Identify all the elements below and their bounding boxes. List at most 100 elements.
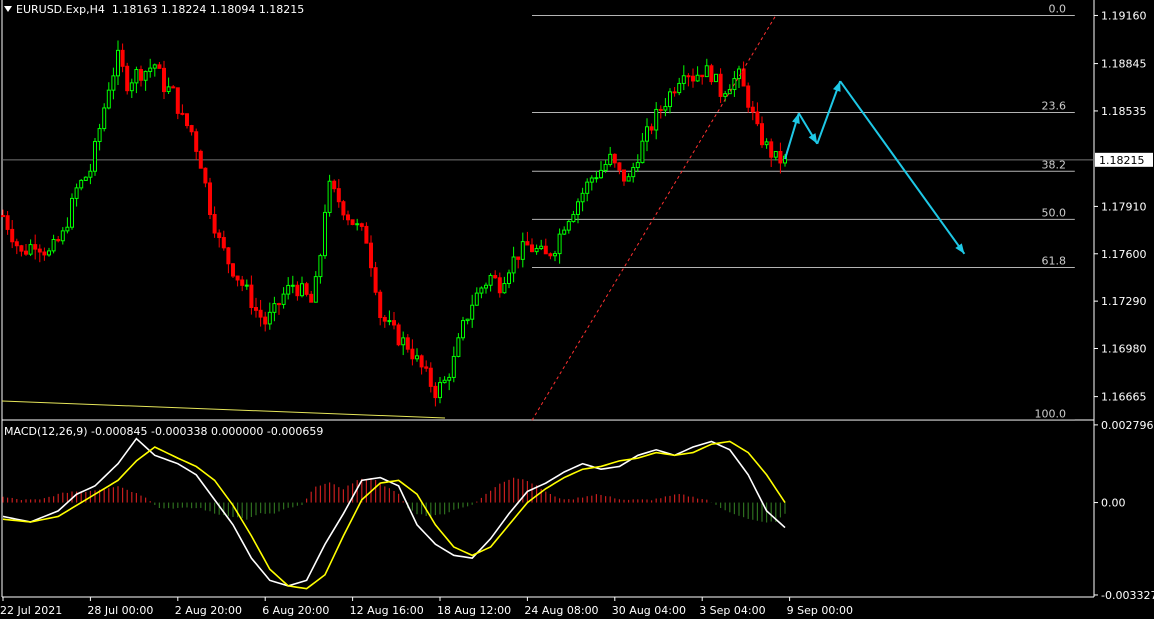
candle-body <box>447 376 452 381</box>
candle-body <box>714 73 718 83</box>
candle-body <box>548 253 553 257</box>
candle-body <box>557 233 562 255</box>
candle-body <box>88 170 93 178</box>
candle-body <box>704 65 709 78</box>
price-axis: 1.19160 1.18845 1.18535 1.17910 1.17600 1.172… <box>1094 9 1154 602</box>
candle-body <box>37 248 42 253</box>
candle-body <box>277 303 281 306</box>
macd-signal-line <box>2 440 786 590</box>
candle-body <box>415 355 419 360</box>
candle-body <box>263 316 268 325</box>
dropdown-triangle-icon[interactable] <box>4 6 12 12</box>
candle-body <box>479 287 484 294</box>
time-tick-label: 3 Sep 04:00 <box>699 604 765 617</box>
candle-body <box>419 355 424 368</box>
forecast-arrows[interactable] <box>784 80 966 255</box>
candle-body <box>474 292 479 306</box>
candle-body <box>640 140 645 164</box>
candle-body <box>74 187 79 199</box>
candle-body <box>102 107 107 130</box>
candle-body <box>534 248 539 253</box>
candle-body <box>576 201 580 215</box>
price-tick-label: 1.19160 <box>1101 9 1147 22</box>
candle-body <box>553 253 557 257</box>
candle-body <box>773 150 778 158</box>
candle-body <box>493 275 498 279</box>
price-tick-label: 1.16980 <box>1101 342 1147 355</box>
candle-body <box>456 337 461 357</box>
candle-body <box>281 293 286 305</box>
candle-body <box>382 316 387 322</box>
candle-body <box>631 167 636 178</box>
candle-body <box>428 367 433 387</box>
candle-body <box>254 307 258 311</box>
arrowhead-icon <box>832 81 841 92</box>
candle-body <box>451 355 456 378</box>
candle-body <box>461 320 465 339</box>
candle-body <box>520 241 525 260</box>
candle-body <box>594 177 599 180</box>
candle-body <box>332 180 337 190</box>
candle-body <box>654 108 659 131</box>
candle-body <box>649 126 654 131</box>
candle-body <box>79 179 84 189</box>
price-tick-label: 1.17910 <box>1101 200 1147 213</box>
candle-body <box>51 239 56 252</box>
candle-body <box>668 91 672 108</box>
candle-body <box>60 230 65 242</box>
candle-body <box>56 239 61 242</box>
candle-body <box>143 70 148 81</box>
candle-body <box>488 275 493 286</box>
candle-body <box>741 68 746 87</box>
candle-body <box>180 112 185 115</box>
candle-body <box>286 284 291 295</box>
candle-body <box>235 275 240 281</box>
candle-body <box>530 244 534 253</box>
candle-body <box>442 379 447 384</box>
candle-body <box>695 74 700 82</box>
arrowhead-icon <box>792 113 800 124</box>
candle-body <box>106 89 111 109</box>
candle-body <box>226 247 231 265</box>
candle-body <box>350 219 355 226</box>
candle-body <box>65 226 70 232</box>
candle-body <box>304 283 309 295</box>
candle-body <box>28 244 33 255</box>
candle-body <box>203 167 208 184</box>
candle-body <box>212 214 217 234</box>
price-tick-label: 1.18845 <box>1101 58 1147 71</box>
symbol-label: EURUSD.Exp,H4 <box>16 3 105 16</box>
candle-body <box>47 250 51 256</box>
candle-body <box>309 293 314 303</box>
candle-body <box>617 162 622 171</box>
candle-body <box>152 64 157 69</box>
candle-body <box>258 309 263 318</box>
fibonacci-levels[interactable]: 0.0 23.6 38.2 50.0 61.8 100.0 <box>532 2 1075 421</box>
candle-body <box>571 213 576 223</box>
candle-body <box>663 106 668 111</box>
candle-body <box>723 93 728 97</box>
arrowhead-icon <box>808 133 818 144</box>
candle-body <box>323 211 327 257</box>
candle-body <box>760 123 764 146</box>
candle-body <box>424 366 429 369</box>
forecast-segment <box>839 80 966 255</box>
candle-body <box>189 125 194 133</box>
fib-level-label: 61.8 <box>1042 255 1067 268</box>
candle-body <box>691 75 695 82</box>
candle-body <box>97 128 102 142</box>
candle-body <box>313 276 318 303</box>
candle-body <box>249 284 254 309</box>
candle-body <box>589 177 594 183</box>
candle-body <box>346 214 350 221</box>
candle-body <box>327 180 332 213</box>
candle-body <box>405 337 410 350</box>
candle-body <box>125 65 130 92</box>
fib-level-label: 0.0 <box>1049 2 1067 15</box>
time-tick-label: 30 Aug 04:00 <box>612 604 686 617</box>
chart-canvas[interactable]: 0.023.638.250.061.8100.0 1.191601.188451… <box>0 0 1154 619</box>
chart-header[interactable]: EURUSD.Exp,H4 1.18163 1.18224 1.18094 1.… <box>4 3 304 16</box>
candle-body <box>484 284 488 289</box>
candle-body <box>387 320 392 323</box>
candle-body <box>686 75 691 78</box>
